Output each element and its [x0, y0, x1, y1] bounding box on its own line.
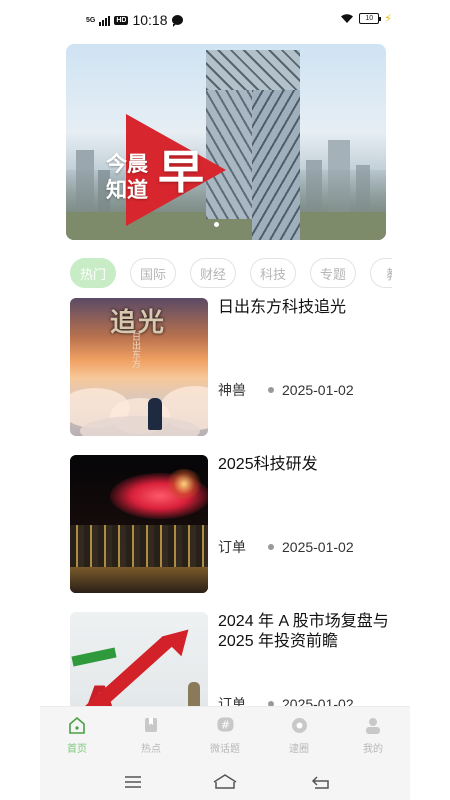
news-item[interactable]: 追光 日出东方 日出东方科技追光 神兽 2025-01-02	[70, 298, 390, 438]
tab-tech[interactable]: 科技	[250, 258, 296, 288]
meta-dot	[268, 387, 274, 393]
message-icon	[171, 15, 183, 27]
person-silhouette	[148, 398, 162, 430]
status-time: 10:18	[132, 12, 168, 28]
news-date: 2025-01-02	[282, 382, 354, 398]
news-author: 订单	[218, 696, 246, 706]
back-icon	[311, 776, 329, 789]
nav-topics[interactable]: # 微话题	[188, 707, 262, 764]
news-title: 2024 年 A 股市场复盘与 2025 年投资前瞻	[218, 613, 389, 650]
category-tabs: 热门 国际 财经 科技 专题 教	[66, 256, 392, 290]
carousel-indicator	[214, 222, 219, 227]
news-item[interactable]: 2025科技研发 订单 2025-01-02	[70, 455, 390, 595]
menu-icon	[125, 776, 141, 788]
nav-label: 我的	[363, 744, 383, 755]
news-thumbnail: A	[70, 612, 208, 706]
nav-circle[interactable]: 逮圈	[262, 707, 336, 764]
hd-badge: HD	[114, 15, 129, 25]
charging-icon: ⚡	[384, 13, 392, 25]
banner-title-small: 今晨知道	[106, 153, 148, 202]
home-button[interactable]	[210, 770, 240, 794]
news-title: 日出东方科技追光	[218, 299, 347, 316]
home-icon	[68, 716, 86, 734]
meta-dot	[268, 544, 274, 550]
nav-hot[interactable]: 热点	[114, 707, 188, 764]
nav-home[interactable]: 首页	[40, 707, 114, 764]
system-navigation-bar	[40, 764, 410, 800]
news-meta: 神兽 2025-01-02	[218, 380, 390, 400]
status-right: 10 ⚡	[340, 12, 392, 25]
banner-carousel[interactable]: 今晨知道 早	[66, 44, 386, 240]
nav-label: 逮圈	[289, 744, 309, 755]
profile-icon	[364, 716, 382, 734]
home-outline-icon	[213, 774, 237, 789]
nav-label: 首页	[67, 744, 87, 755]
menu-button[interactable]	[118, 770, 148, 794]
news-date: 2025-01-02	[282, 696, 354, 706]
bottom-navigation: 首页 热点 # 微话题 逮圈 我的	[40, 706, 410, 764]
news-author: 神兽	[218, 382, 246, 398]
signal-icon	[99, 14, 111, 26]
news-author: 订单	[218, 539, 246, 555]
status-bar: 5G HD 10:18 10 ⚡	[0, 0, 450, 40]
news-list: 追光 日出东方 日出东方科技追光 神兽 2025-01-02 2025科技研发 …	[0, 296, 450, 706]
banner-title-big: 早	[158, 146, 204, 198]
battery-icon: 10	[359, 13, 382, 24]
hashtag-icon: #	[216, 716, 234, 734]
tab-international[interactable]: 国际	[130, 258, 176, 288]
news-thumbnail: 追光 日出东方	[70, 298, 208, 436]
circle-icon	[290, 716, 308, 734]
back-button[interactable]	[306, 770, 336, 794]
nav-profile[interactable]: 我的	[336, 707, 410, 764]
tab-finance[interactable]: 财经	[190, 258, 236, 288]
network-type: 5G	[86, 16, 96, 24]
svg-text:#: #	[220, 719, 229, 732]
nav-label: 热点	[141, 744, 161, 755]
tab-hot[interactable]: 热门	[70, 258, 116, 288]
news-meta: 订单 2025-01-02	[218, 537, 390, 557]
nav-label: 微话题	[210, 744, 240, 755]
news-thumbnail	[70, 455, 208, 593]
news-item[interactable]: A 2024 年 A 股市场复盘与 2025 年投资前瞻 订单 2025-01-…	[70, 612, 390, 706]
tab-education[interactable]: 教	[370, 258, 392, 288]
wifi-icon	[341, 14, 354, 23]
tab-special[interactable]: 专题	[310, 258, 356, 288]
bookmark-icon	[142, 716, 160, 734]
status-left: 5G HD 10:18	[86, 12, 183, 28]
news-meta: 订单 2025-01-02	[218, 694, 390, 706]
news-title: 2025科技研发	[218, 456, 318, 473]
news-date: 2025-01-02	[282, 539, 354, 555]
